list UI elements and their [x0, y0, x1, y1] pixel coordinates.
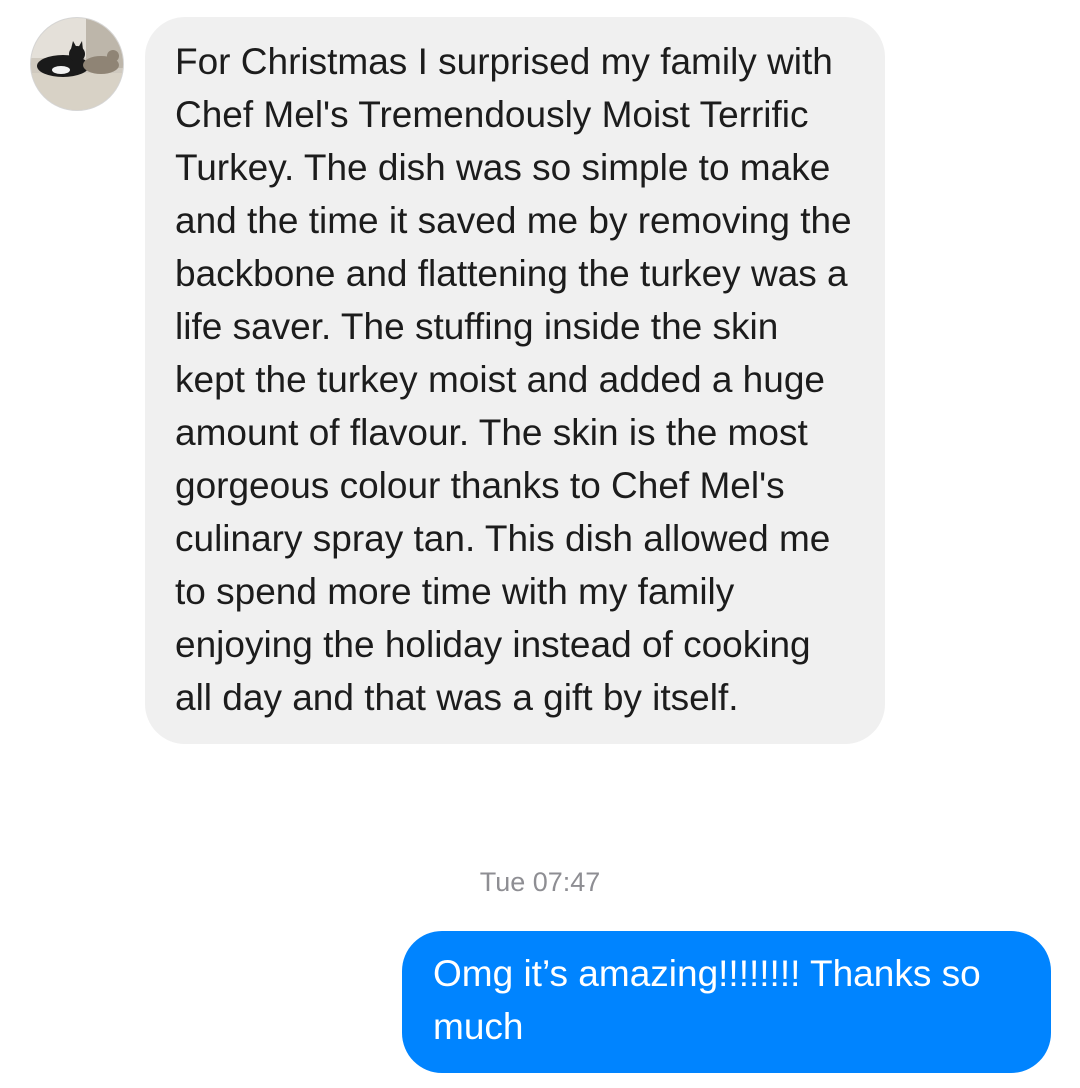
cat-avatar-icon — [31, 18, 123, 110]
message-timestamp: Tue 07:47 — [479, 867, 601, 897]
sender-avatar[interactable] — [30, 17, 124, 111]
outgoing-message-bubble[interactable]: Omg it’s amazing!!!!!!!! Thanks so much — [402, 931, 1051, 1073]
outgoing-message-text: Omg it’s amazing!!!!!!!! Thanks so much — [433, 953, 981, 1047]
incoming-message-bubble[interactable]: For Christmas I surprised my family with… — [145, 17, 885, 744]
chat-thread: For Christmas I surprised my family with… — [0, 0, 1080, 1088]
incoming-message-text: For Christmas I surprised my family with… — [175, 41, 852, 718]
